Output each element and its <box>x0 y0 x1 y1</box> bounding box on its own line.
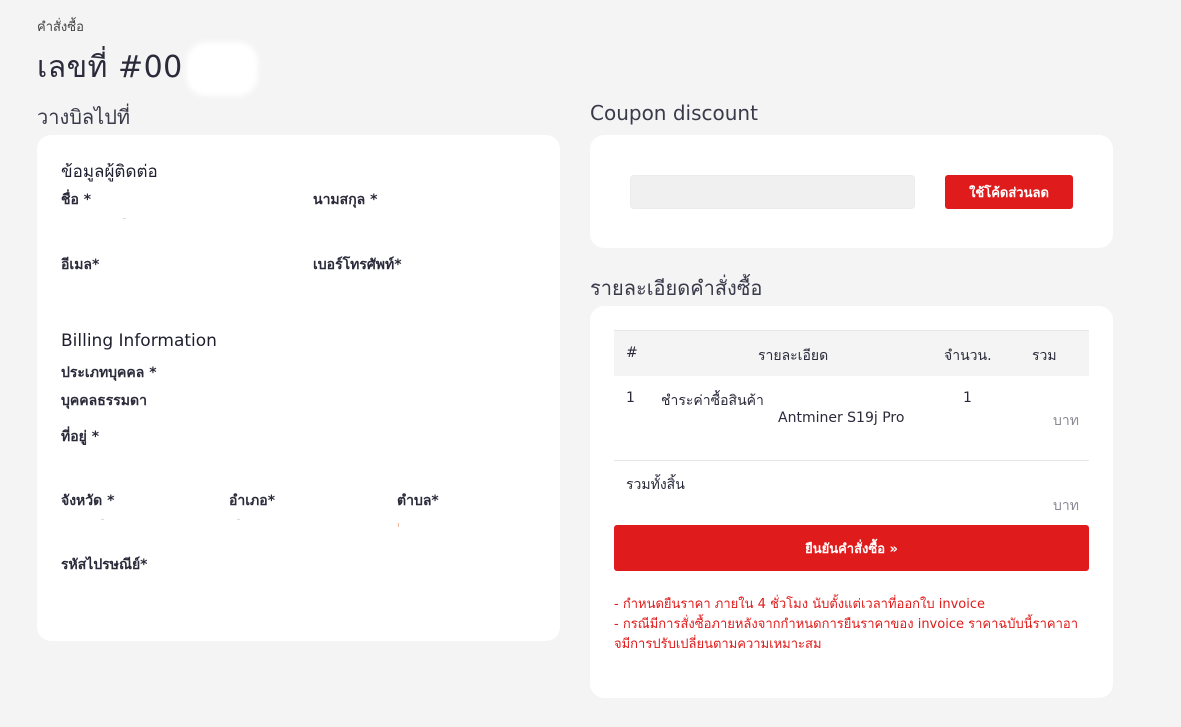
person-type-label: ประเภทบุคคล * <box>61 365 157 381</box>
first-name-value <box>123 218 126 219</box>
address-label: ที่อยู่ * <box>61 429 100 445</box>
row-quantity: 1 <box>963 390 972 406</box>
province-value <box>101 519 104 520</box>
province-label: จังหวัด * <box>61 493 115 509</box>
postcode-label: รหัสไปรษณีย์* <box>61 557 148 573</box>
col-quantity: จำนวน. <box>944 348 992 364</box>
order-table-header: # รายละเอียด จำนวน. รวม <box>614 330 1089 376</box>
last-name-label: นามสกุล * <box>313 192 378 208</box>
coupon-card: ใช้โค้ดส่วนลด <box>590 135 1113 248</box>
subdistrict-value <box>398 523 399 527</box>
phone-label: เบอร์โทรศัพท์* <box>313 257 402 273</box>
district-label: อำเภอ* <box>229 493 276 509</box>
billing-card: ข้อมูลผู้ติดต่อ ชื่อ * นามสกุล * อีเมล* … <box>37 135 560 641</box>
subdistrict-label: ตำบล* <box>397 493 439 509</box>
person-type-value: บุคคลธรรมดา <box>61 393 147 409</box>
email-label: อีเมล* <box>61 257 100 273</box>
grand-total-label: รวมทั้งสิ้น <box>626 477 685 493</box>
row-divider <box>614 460 1089 461</box>
first-name-label: ชื่อ * <box>61 192 92 208</box>
row-description: ชำระค่าซื้อสินค้า <box>661 393 764 409</box>
apply-coupon-button[interactable]: ใช้โค้ดส่วนลด <box>945 175 1073 209</box>
billing-info-title: Billing Information <box>61 331 217 351</box>
coupon-section-title: Coupon discount <box>590 101 758 125</box>
coupon-code-input[interactable] <box>630 175 915 209</box>
col-description: รายละเอียด <box>758 348 829 364</box>
col-number: # <box>626 345 638 361</box>
grand-total-unit: บาท <box>1053 498 1079 514</box>
price-note-2: - กรณีมีการสั่งซื้อภายหลังจากกำหนดการยืน… <box>614 617 1079 652</box>
col-total: รวม <box>1032 348 1057 364</box>
order-detail-card: # รายละเอียด จำนวน. รวม 1 ชำระค่าซื้อสิน… <box>590 306 1113 698</box>
order-detail-section-title: รายละเอียดคำสั่งซื้อ <box>590 276 763 300</box>
confirm-order-button[interactable]: ยืนยันคำสั่งซื้อ » <box>614 525 1089 571</box>
row-total-unit: บาท <box>1053 413 1079 429</box>
redacted-order-number <box>186 42 258 96</box>
page-title: เลขที่ #00 <box>37 50 183 85</box>
district-value <box>237 519 240 520</box>
breadcrumb: คำสั่งซื้อ <box>37 20 84 35</box>
row-product-name: Antminer S19j Pro <box>778 410 905 426</box>
billing-section-title: วางบิลไปที่ <box>37 105 131 129</box>
row-number: 1 <box>626 390 635 406</box>
contact-info-title: ข้อมูลผู้ติดต่อ <box>61 162 158 182</box>
price-note-1: - กำหนดยืนราคา ภายใน 4 ชั่วโมง นับตั้งแต… <box>614 597 986 612</box>
